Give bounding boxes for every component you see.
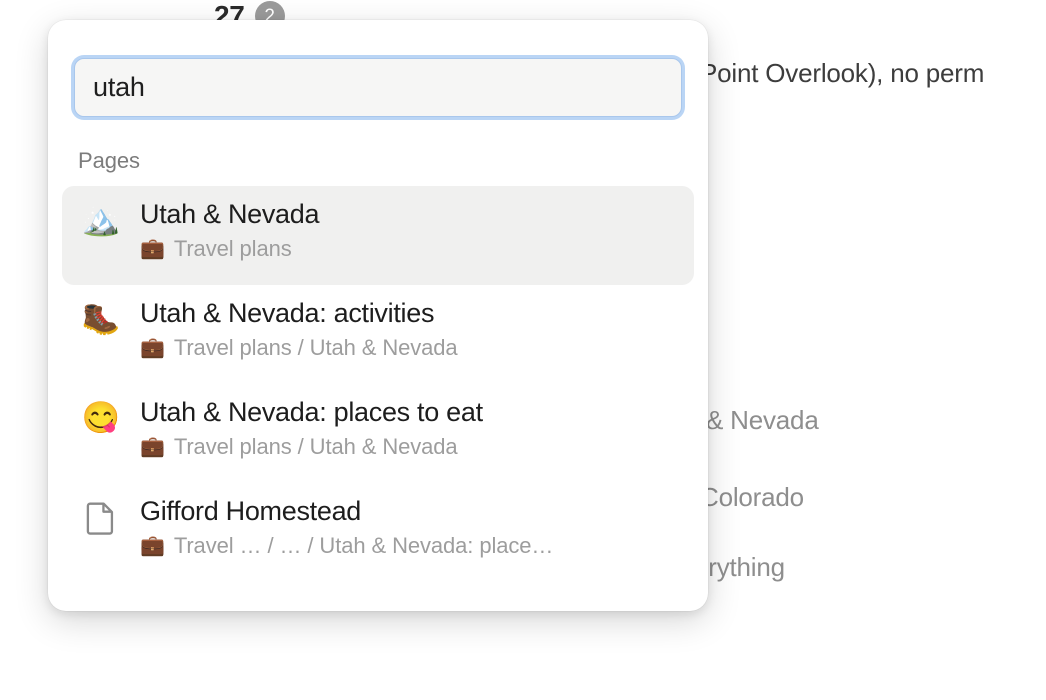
breadcrumb-text: Travel plans <box>173 236 292 262</box>
search-result-body: Utah & Nevada: activities 💼 Travel plans… <box>140 299 678 361</box>
search-result-title: Gifford Homestead <box>140 497 362 526</box>
search-result-breadcrumb: 💼 Travel plans / Utah & Nevada <box>140 434 678 460</box>
breadcrumb-text: Travel plans / Utah & Nevada <box>173 335 458 361</box>
background-text-nevada: & Nevada <box>706 405 819 435</box>
hiking-boot-emoji-icon: 🥾 <box>81 301 121 336</box>
briefcase-icon: 💼 <box>140 337 165 360</box>
document-page-icon <box>80 497 122 535</box>
search-result-body: Gifford Homestead 💼 Travel … / … / Utah … <box>140 497 678 559</box>
briefcase-icon: 💼 <box>140 436 165 459</box>
briefcase-icon: 💼 <box>140 535 165 558</box>
search-result-breadcrumb: 💼 Travel … / … / Utah & Nevada: place… <box>140 533 678 559</box>
search-result-title: Utah & Nevada <box>140 200 320 229</box>
results-section-label: Pages <box>78 148 140 173</box>
bottom-toolbar: Copy Find in <box>0 612 1046 700</box>
breadcrumb-text: Travel … / … / Utah & Nevada: place… <box>173 533 554 559</box>
search-result-body: Utah & Nevada: places to eat 💼 Travel pl… <box>140 398 678 460</box>
background-text-colorado: Colorado <box>700 482 804 512</box>
breadcrumb-text: Travel plans / Utah & Nevada <box>173 434 458 460</box>
search-field-wrapper <box>74 58 682 117</box>
search-result-row[interactable]: 😋 Utah & Nevada: places to eat 💼 Travel … <box>62 384 694 483</box>
briefcase-icon: 💼 <box>140 238 165 261</box>
search-input[interactable] <box>74 58 682 117</box>
search-result-row[interactable]: 🥾 Utah & Nevada: activities 💼 Travel pla… <box>62 285 694 384</box>
background-text-overlook: Point Overlook), no perm <box>700 58 985 88</box>
search-result-row[interactable]: Gifford Homestead 💼 Travel … / … / Utah … <box>62 483 694 582</box>
yum-face-emoji-icon: 😋 <box>81 400 121 435</box>
search-result-breadcrumb: 💼 Travel plans / Utah & Nevada <box>140 335 678 361</box>
search-result-title: Utah & Nevada: places to eat <box>140 398 483 427</box>
search-result-breadcrumb: 💼 Travel plans <box>140 236 678 262</box>
search-result-title: Utah & Nevada: activities <box>140 299 435 328</box>
search-popup: Pages 🏔️ Utah & Nevada 💼 Travel plans 🥾 … <box>48 20 708 611</box>
mountain-emoji-icon: 🏔️ <box>81 202 121 237</box>
search-result-row[interactable]: 🏔️ Utah & Nevada 💼 Travel plans <box>62 186 694 285</box>
search-result-body: Utah & Nevada 💼 Travel plans <box>140 200 678 262</box>
screen-root: 27 2 Point Overlook), no perm & Nevada C… <box>0 0 1046 700</box>
search-results-list: 🏔️ Utah & Nevada 💼 Travel plans 🥾 Utah &… <box>62 186 694 582</box>
